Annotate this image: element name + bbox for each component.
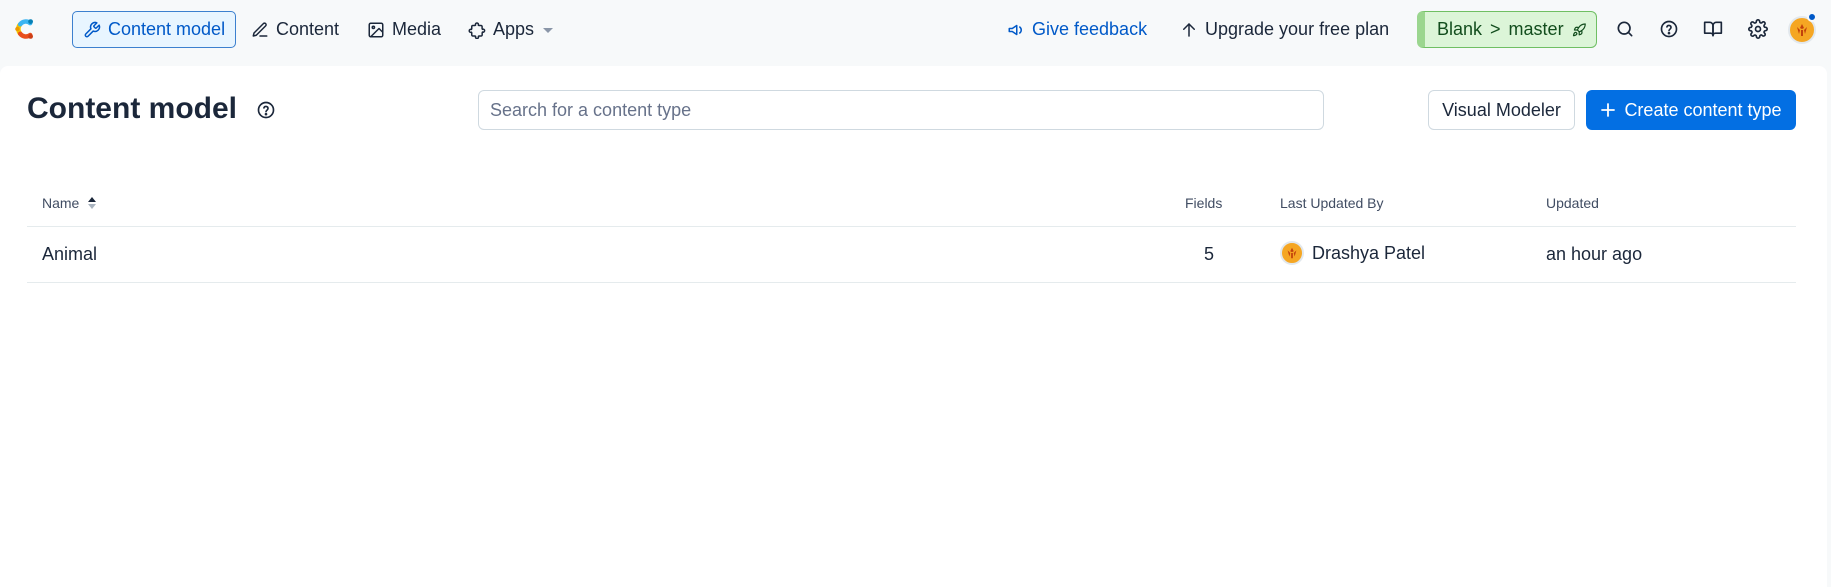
avatar-emblem-icon bbox=[1797, 24, 1807, 36]
megaphone-icon bbox=[1008, 24, 1022, 35]
nav-apps-label: Apps bbox=[493, 19, 535, 39]
sort-icon bbox=[88, 197, 97, 209]
top-navigation: Content model Content Media Apps Give fe… bbox=[0, 0, 1831, 58]
table-header: Name Fields Last Updated By Updated bbox=[27, 160, 1796, 227]
column-header-fields: Fields bbox=[1185, 195, 1223, 211]
plus-icon bbox=[1601, 103, 1616, 117]
visual-modeler-label: Visual Modeler bbox=[1442, 99, 1561, 120]
nav-content[interactable]: Content bbox=[241, 11, 349, 48]
question-circle-icon bbox=[1660, 20, 1678, 38]
space-name: Blank bbox=[1437, 19, 1483, 39]
user-avatar bbox=[1280, 241, 1304, 265]
nav-content-model-label: Content model bbox=[108, 19, 226, 39]
give-feedback-label: Give feedback bbox=[1032, 19, 1148, 39]
nav-apps[interactable]: Apps bbox=[458, 11, 565, 48]
column-header-last-updated-by: Last Updated By bbox=[1280, 195, 1384, 211]
visual-modeler-button[interactable]: Visual Modeler bbox=[1428, 90, 1575, 130]
nav-content-label: Content bbox=[276, 19, 340, 39]
create-content-type-button[interactable]: Create content type bbox=[1586, 90, 1796, 130]
environment-name: master bbox=[1508, 19, 1564, 39]
upgrade-plan-link[interactable]: Upgrade your free plan bbox=[1170, 11, 1399, 48]
rocket-icon bbox=[1572, 22, 1586, 36]
page-title: Content model bbox=[27, 92, 237, 125]
search-button[interactable] bbox=[1610, 14, 1640, 44]
fields-count: 5 bbox=[1203, 244, 1214, 264]
content-type-name: Animal bbox=[42, 244, 98, 264]
puzzle-icon bbox=[468, 21, 486, 39]
upgrade-plan-label: Upgrade your free plan bbox=[1205, 19, 1390, 39]
nav-media[interactable]: Media bbox=[357, 11, 451, 48]
help-button[interactable] bbox=[1654, 14, 1684, 44]
pen-icon bbox=[252, 21, 268, 37]
wrench-icon bbox=[84, 21, 101, 37]
column-header-name-label: Name bbox=[42, 195, 80, 211]
notification-dot bbox=[1807, 12, 1817, 22]
book-open-icon bbox=[1703, 21, 1723, 37]
docs-button[interactable] bbox=[1698, 14, 1728, 44]
main-panel: Content model Visual Modeler Create cont… bbox=[0, 66, 1827, 587]
question-circle-icon[interactable] bbox=[256, 100, 276, 120]
content-type-search-input[interactable] bbox=[478, 90, 1324, 130]
nav-media-label: Media bbox=[392, 19, 442, 39]
breadcrumb-separator: > bbox=[1490, 19, 1501, 39]
last-updated-by: Drashya Patel bbox=[1280, 241, 1425, 265]
user-name: Drashya Patel bbox=[1312, 242, 1426, 263]
content-types-table: Name Fields Last Updated By Updated Anim… bbox=[27, 160, 1796, 283]
settings-button[interactable] bbox=[1743, 14, 1773, 44]
table-row[interactable]: Animal 5 Drashya Patel an hour ago bbox=[27, 227, 1796, 283]
nav-content-model[interactable]: Content model bbox=[72, 11, 237, 48]
caret-down-icon bbox=[543, 27, 554, 33]
arrow-up-icon bbox=[1183, 22, 1195, 37]
column-header-name[interactable]: Name bbox=[42, 195, 97, 211]
image-icon bbox=[368, 22, 384, 37]
create-content-type-label: Create content type bbox=[1624, 99, 1782, 120]
give-feedback-link[interactable]: Give feedback bbox=[997, 11, 1157, 48]
gear-icon bbox=[1748, 19, 1768, 39]
environment-switcher[interactable]: Blank > master bbox=[1417, 11, 1597, 48]
search-icon bbox=[1617, 21, 1633, 37]
updated-time: an hour ago bbox=[1546, 244, 1643, 264]
column-header-updated: Updated bbox=[1546, 195, 1599, 211]
avatar-emblem-icon bbox=[1287, 247, 1297, 259]
contentful-logo[interactable] bbox=[9, 13, 41, 45]
